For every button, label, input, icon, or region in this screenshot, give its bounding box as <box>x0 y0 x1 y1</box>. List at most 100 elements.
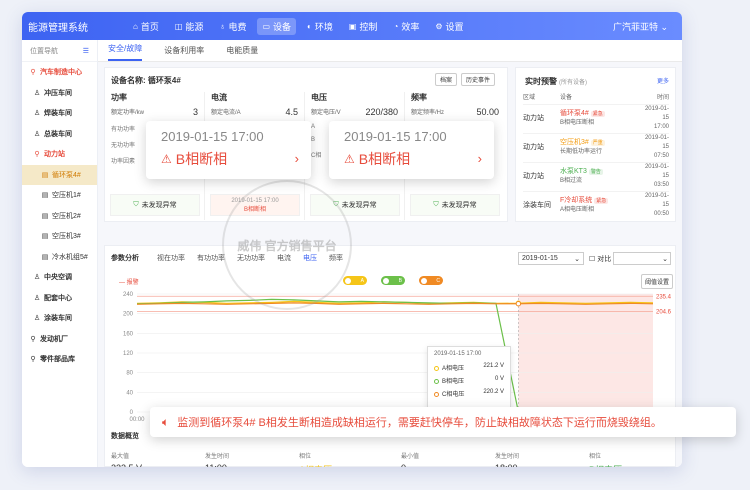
sidebar-item-label: 空压机1# <box>52 192 81 200</box>
phase-toggle[interactable]: B <box>381 276 405 285</box>
rated-label: 额定电流/A <box>211 110 241 116</box>
param-tab-6[interactable]: 频率 <box>329 253 343 263</box>
device-name: 设备名称: 循环泵4# <box>111 76 181 85</box>
sidebar-item-label: 焊装车间 <box>44 110 72 118</box>
alarm-row[interactable]: 动力站 水泵KT3 警告 B相过流 2019-01-15 03:50 <box>523 162 669 189</box>
nav-item-4[interactable]: ◐ 环境 <box>302 18 338 35</box>
sidebar-item-label: 总装车间 <box>44 130 72 138</box>
sidebar-head: 位置导航 ☰ <box>22 40 97 62</box>
nav-item-1[interactable]: ◫ 能源 <box>170 18 209 35</box>
alarm-row[interactable]: 动力站 循环泵4# 紧急 B相电压断相 2019-01-15 17:00 <box>523 104 669 131</box>
device-icon: ▤ <box>41 171 49 179</box>
rated-label: 额定功率/kw <box>111 110 145 116</box>
phase-toggle[interactable]: C <box>419 276 443 285</box>
tab-0[interactable]: 安全/故障 <box>108 43 143 61</box>
nav-item-0[interactable]: ⌂ 首页 <box>128 18 164 35</box>
metric-rated: 额定频率/Hz 50.00 <box>405 103 505 117</box>
sidebar-item[interactable]: ▤ 空压机1# <box>22 185 97 206</box>
severity-badge: 严重 <box>590 139 605 146</box>
parameter-tabs: 参数分析 视在功率 有功功率 无功功率 电流 电压 频率 <box>111 253 355 263</box>
alarm-desc: A相电压断相 <box>560 206 595 213</box>
param-tab-5[interactable]: 电压 <box>303 253 317 263</box>
param-tab-3[interactable]: 无功功率 <box>237 253 265 263</box>
alarm-row[interactable]: 涂装车间 F冷却系统 紧急 A相电压断相 2019-01-15 00:50 <box>523 191 669 218</box>
sidebar-item[interactable]: ⚲ 汽车制造中心 <box>22 62 97 83</box>
param-tab-0: 参数分析 <box>111 255 139 262</box>
sidebar-item[interactable]: ♙ 总装车间 <box>22 124 97 145</box>
archive-button[interactable]: 档案 <box>435 73 458 86</box>
tooltip-value: 220.2 V <box>483 389 504 395</box>
history-button[interactable]: 历史事件 <box>461 73 496 86</box>
param-tab-4[interactable]: 电流 <box>277 253 291 263</box>
tab-1[interactable]: 设备利用率 <box>164 45 204 61</box>
device-icon: ▤ <box>41 212 49 220</box>
threshold-button[interactable]: 阈值设置 <box>641 274 674 289</box>
nav-label: 环境 <box>314 21 333 32</box>
metric-name: 频率 <box>411 93 427 102</box>
alert-banner: 🔈︎ 监测到循环泵4# B相发生断相造成缺相运行，需要赶快停车，防止缺相故障状态… <box>150 407 736 437</box>
building-icon: ♙ <box>33 274 41 282</box>
metric-rated: 额定电流/A 4.5 <box>205 103 304 117</box>
param-tab-2[interactable]: 有功功率 <box>197 253 225 263</box>
alarm-device: 水泵KT3 警告 B相过流 <box>560 167 639 186</box>
sidebar-item[interactable]: ⚲ 动力站 <box>22 144 97 165</box>
sidebar-item[interactable]: ♙ 冲压车间 <box>22 83 97 104</box>
nav-item-6[interactable]: ◔ 效率 <box>388 18 424 35</box>
building-icon: ♙ <box>33 89 41 97</box>
alert-message: 监测到循环泵4# B相发生断相造成缺相运行，需要赶快停车，防止缺相故障状态下运行… <box>177 417 662 429</box>
company-selector[interactable]: 广汽菲亚特 ⌄ <box>613 20 668 33</box>
metric-name: 功率 <box>111 93 127 102</box>
building-icon: ♙ <box>33 130 41 138</box>
sidebar-item[interactable]: ▤ 冷水机组5# <box>22 247 97 268</box>
alarm-light-icon: ⚠ <box>161 152 172 166</box>
sidebar-item[interactable]: ♙ 配套中心 <box>22 288 97 309</box>
param-tab-1[interactable]: 视在功率 <box>157 253 185 263</box>
device-icon: ▤ <box>41 192 49 200</box>
location-icon: ⚲ <box>30 335 36 343</box>
stat-item: 相位 B相电压 <box>589 451 622 467</box>
alarm-row[interactable]: 动力站 空压机3# 严重 长期低功率运行 2019-01-15 07:50 <box>523 133 669 160</box>
sidebar-item[interactable]: ▤ 空压机2# <box>22 206 97 227</box>
alarm-device-name: 循环泵4# 紧急 <box>560 109 605 117</box>
phase-toggle[interactable]: A <box>343 276 367 285</box>
list-toggle-icon[interactable]: ☰ <box>83 47 89 55</box>
building-icon: ♙ <box>33 315 41 323</box>
sidebar-item[interactable]: ♙ 涂装车间 <box>22 308 97 329</box>
efficiency-icon: ◔ <box>393 21 399 31</box>
shield-check-icon: ⛉ <box>133 201 139 208</box>
sidebar-item-label: 汽车制造中心 <box>40 69 82 77</box>
sidebar-item-label: 动力站 <box>44 151 65 159</box>
sidebar-item[interactable]: ♙ 中央空调 <box>22 267 97 288</box>
compare-select[interactable]: ⌄ <box>613 252 671 265</box>
threshold-label: 235.4 <box>656 294 672 300</box>
metric-rated: 额定功率/kw 3 <box>105 103 204 117</box>
sidebar-tree: ⚲ 汽车制造中心 ♙ 冲压车间 ♙ 焊装车间 ♙ 总装车间 ⚲ 动力站 ▤ 循环泵4# ▤ 空压机1# ▤ 空… <box>22 62 97 370</box>
sidebar-item-label: 中央空调 <box>44 274 72 282</box>
fault-popup[interactable]: 2019-01-15 17:00 ⚠ B相断相 › <box>146 121 311 179</box>
nav-label: 能源 <box>185 21 204 32</box>
nav-item-2[interactable]: ♁ 电费 <box>214 18 251 35</box>
fault-popup[interactable]: 2019-01-15 17:00 ⚠ B相断相 › <box>329 121 494 179</box>
nav-item-3[interactable]: ▭ 设备 <box>257 17 297 35</box>
content-tabs: 安全/故障 设备利用率 电能质量 <box>98 40 682 62</box>
alarm-time: 2019-01-15 00:50 <box>644 192 669 217</box>
alarm-card: 实时预警 (所有设备) 更多 区域 设备 时间 动力站 循环泵4# 紧急 B相电压断相 2… <box>515 67 676 222</box>
date-picker[interactable]: 2019-01-15 ⌄ <box>518 252 584 265</box>
sidebar-item[interactable]: ▤ 空压机3# <box>22 226 97 247</box>
sidebar-item[interactable]: ♙ 焊装车间 <box>22 103 97 124</box>
more-link[interactable]: 更多 <box>657 76 669 85</box>
sidebar-item[interactable]: ▤ 循环泵4# <box>22 164 97 185</box>
compare-checkbox[interactable]: ☐ 对比 <box>589 254 611 264</box>
sidebar-item[interactable]: ⚲ 发动机厂 <box>22 329 97 350</box>
nav-item-5[interactable]: ▣ 控制 <box>344 18 383 35</box>
y-tick-label: 120 <box>123 351 134 357</box>
severity-badge: 警告 <box>588 168 603 175</box>
speaker-icon: 🔈︎ <box>162 414 170 429</box>
nav-label: 设置 <box>445 21 464 32</box>
popup-time: 2019-01-15 17:00 <box>344 129 447 144</box>
stat-label: 相位 <box>589 454 602 460</box>
popup-message: ⚠ B相断相 <box>161 151 228 167</box>
tab-2[interactable]: 电能质量 <box>226 45 258 61</box>
nav-item-7[interactable]: ⚙ 设置 <box>430 18 468 35</box>
sidebar-item[interactable]: ⚲ 零件部品库 <box>22 349 97 370</box>
